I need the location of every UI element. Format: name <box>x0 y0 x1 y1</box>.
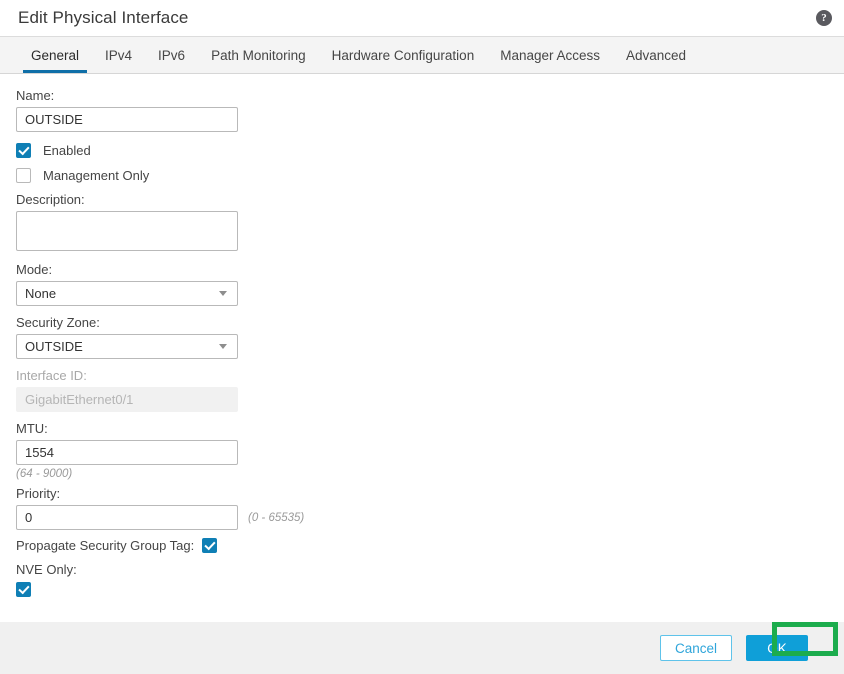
dialog-titlebar: Edit Physical Interface ? <box>0 0 844 36</box>
nve-only-checkbox[interactable] <box>16 582 31 597</box>
security-zone-label: Security Zone: <box>16 315 100 330</box>
enabled-row: Enabled <box>16 143 844 158</box>
management-only-row: Management Only <box>16 168 844 183</box>
interface-id-input <box>16 387 238 412</box>
management-only-checkbox[interactable] <box>16 168 31 183</box>
tab-ipv6[interactable]: IPv6 <box>145 37 198 73</box>
name-input[interactable] <box>16 107 238 132</box>
edit-physical-interface-dialog: Edit Physical Interface ? General IPv4 I… <box>0 0 844 674</box>
tab-general[interactable]: General <box>18 37 92 73</box>
security-zone-selected-value: OUTSIDE <box>25 339 83 354</box>
priority-range-hint: (0 - 65535) <box>248 511 305 524</box>
description-label: Description: <box>16 192 85 207</box>
nve-only-label: NVE Only: <box>16 562 77 577</box>
ok-button[interactable]: OK <box>746 635 808 661</box>
enabled-checkbox[interactable] <box>16 143 31 158</box>
priority-input[interactable] <box>16 505 238 530</box>
mode-select[interactable]: None <box>16 281 238 306</box>
priority-label: Priority: <box>16 486 61 501</box>
security-zone-select[interactable]: OUTSIDE <box>16 334 238 359</box>
propagate-sgt-label: Propagate Security Group Tag: <box>16 538 195 553</box>
general-tab-panel: Name: Enabled Management Only Descriptio… <box>0 74 844 622</box>
description-textarea[interactable] <box>16 211 238 251</box>
tab-bar: General IPv4 IPv6 Path Monitoring Hardwa… <box>0 36 844 74</box>
chevron-down-icon <box>219 344 227 349</box>
mtu-input[interactable] <box>16 440 238 465</box>
name-label: Name: <box>16 88 55 103</box>
tab-ipv4[interactable]: IPv4 <box>92 37 145 73</box>
tab-hardware-configuration[interactable]: Hardware Configuration <box>319 37 488 73</box>
help-circle-icon[interactable]: ? <box>816 10 832 26</box>
tab-manager-access[interactable]: Manager Access <box>487 37 613 73</box>
management-only-label: Management Only <box>43 168 150 183</box>
propagate-sgt-checkbox[interactable] <box>202 538 218 553</box>
chevron-down-icon <box>219 291 227 296</box>
mtu-range-hint: (64 - 9000) <box>16 468 73 480</box>
tab-path-monitoring[interactable]: Path Monitoring <box>198 37 319 73</box>
enabled-label: Enabled <box>43 143 91 158</box>
cancel-button[interactable]: Cancel <box>659 635 732 661</box>
mode-selected-value: None <box>25 286 57 301</box>
dialog-footer: Cancel OK <box>0 622 844 674</box>
mtu-label: MTU: <box>16 421 48 436</box>
tab-advanced[interactable]: Advanced <box>613 37 699 73</box>
interface-id-label: Interface ID: <box>16 368 87 383</box>
dialog-title: Edit Physical Interface <box>18 8 189 27</box>
propagate-sgt-row: Propagate Security Group Tag: <box>16 538 844 553</box>
nve-only-field: NVE Only: <box>16 562 844 598</box>
mode-label: Mode: <box>16 262 53 277</box>
